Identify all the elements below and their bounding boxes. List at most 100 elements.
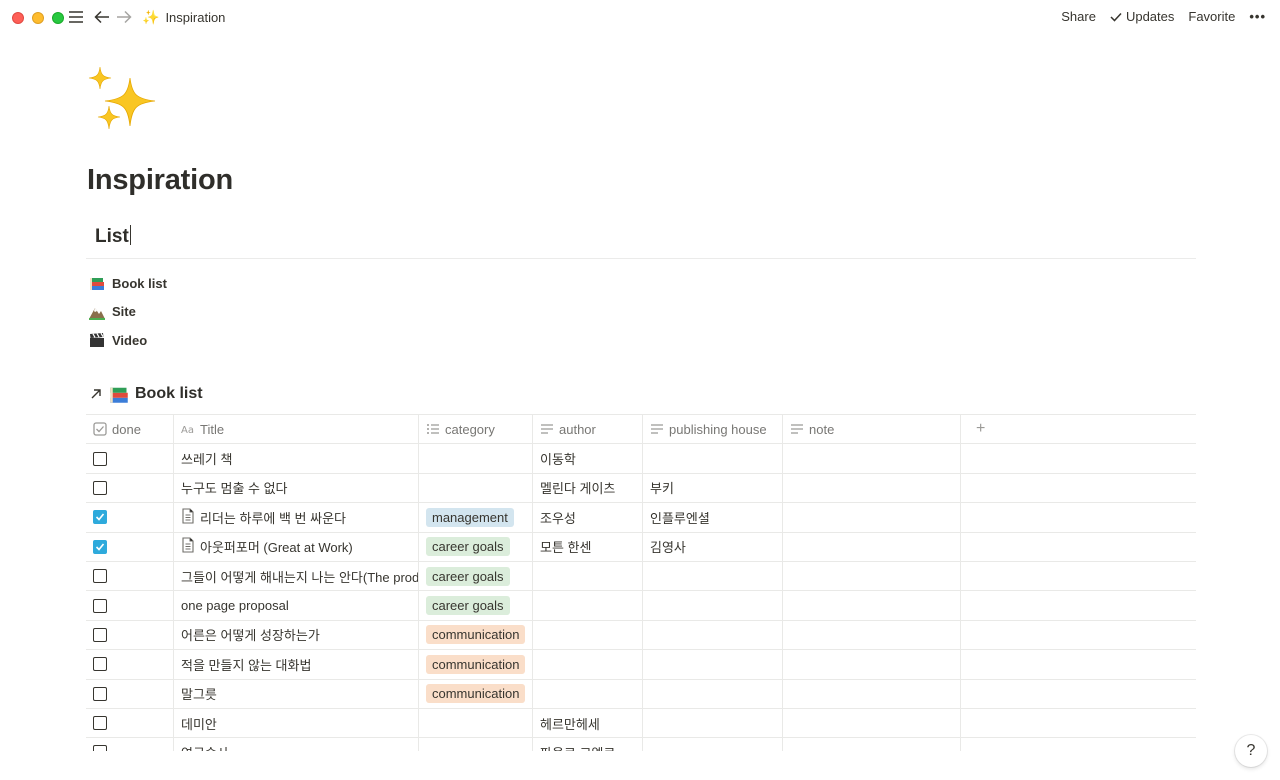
category-cell[interactable] [419, 738, 533, 751]
done-checkbox[interactable] [93, 716, 107, 731]
note-cell[interactable] [783, 620, 961, 650]
done-checkbox[interactable] [93, 598, 107, 613]
category-cell[interactable]: career goals [419, 561, 533, 591]
publishing-house-cell[interactable] [643, 620, 783, 650]
title-cell[interactable]: 쓰레기 책 [174, 444, 419, 473]
title-cell[interactable]: 어른은 어떻게 성장하는가 [174, 620, 419, 650]
column-header-publishing-house[interactable]: publishing house [643, 415, 783, 444]
done-checkbox[interactable] [93, 480, 107, 495]
zoom-window-button[interactable] [52, 12, 64, 24]
table-row[interactable]: 그들이 어떻게 해내는지 나는 안다(The produc career goal… [86, 561, 1196, 592]
note-cell[interactable] [783, 473, 961, 503]
note-cell[interactable] [783, 679, 961, 708]
done-cell[interactable] [86, 591, 174, 620]
category-cell[interactable] [419, 708, 533, 738]
page-sparkles-icon[interactable] [88, 66, 158, 136]
table-row[interactable]: 아웃퍼포머 (Great at Work) career goals 모튼 한센 김영… [86, 532, 1196, 562]
done-checkbox[interactable] [93, 510, 107, 525]
title-cell[interactable]: 리더는 하루에 백 번 싸운다 [174, 503, 419, 532]
note-cell[interactable] [783, 738, 961, 751]
done-cell[interactable] [86, 561, 174, 591]
category-cell[interactable] [419, 473, 533, 503]
more-options-button[interactable]: ••• [1249, 9, 1266, 24]
done-cell[interactable] [86, 650, 174, 679]
sidebar-toggle-icon[interactable] [66, 7, 86, 27]
author-cell[interactable] [533, 561, 643, 591]
author-cell[interactable]: 파울로 코엘료 [533, 738, 643, 751]
done-cell[interactable] [86, 473, 174, 503]
category-cell[interactable]: communication [419, 679, 533, 708]
note-cell[interactable] [783, 708, 961, 738]
table-row[interactable]: 쓰레기 책 이동학 [86, 444, 1196, 474]
publishing-house-cell[interactable] [643, 650, 783, 679]
note-cell[interactable] [783, 650, 961, 679]
done-cell[interactable] [86, 503, 174, 532]
publishing-house-cell[interactable]: 인플루엔셜 [643, 503, 783, 532]
note-cell[interactable] [783, 503, 961, 532]
publishing-house-cell[interactable] [643, 708, 783, 738]
author-cell[interactable] [533, 679, 643, 708]
column-header-note[interactable]: note [783, 415, 961, 444]
table-row[interactable]: 연금술사 파울로 코엘료 [86, 738, 1196, 751]
page-link-book-list[interactable]: Book list [88, 269, 167, 298]
share-button[interactable]: Share [1061, 9, 1096, 24]
done-checkbox[interactable] [93, 569, 107, 584]
column-header-done[interactable]: done [86, 415, 174, 444]
column-header-title[interactable]: Aa Title [174, 415, 419, 444]
title-cell[interactable]: 연금술사 [174, 738, 419, 751]
done-cell[interactable] [86, 620, 174, 650]
done-checkbox[interactable] [93, 539, 107, 554]
author-cell[interactable]: 조우성 [533, 503, 643, 532]
note-cell[interactable] [783, 532, 961, 561]
author-cell[interactable] [533, 620, 643, 650]
updates-button[interactable]: Updates [1110, 9, 1174, 24]
done-cell[interactable] [86, 679, 174, 708]
back-arrow-icon[interactable] [92, 7, 112, 27]
category-cell[interactable]: communication [419, 650, 533, 679]
page-link-site[interactable]: Site [88, 298, 167, 327]
category-cell[interactable]: career goals [419, 532, 533, 561]
title-cell[interactable]: 말그릇 [174, 679, 419, 708]
author-cell[interactable]: 헤르만헤세 [533, 708, 643, 738]
publishing-house-cell[interactable] [643, 591, 783, 620]
author-cell[interactable] [533, 650, 643, 679]
title-cell[interactable]: one page proposal [174, 591, 419, 620]
note-cell[interactable] [783, 591, 961, 620]
add-column-button[interactable]: + [961, 415, 1196, 443]
forward-arrow-icon[interactable] [114, 7, 134, 27]
table-row[interactable]: 데미안 헤르만헤세 [86, 708, 1196, 739]
publishing-house-cell[interactable] [643, 738, 783, 751]
table-row[interactable]: 어른은 어떻게 성장하는가 communication [86, 620, 1196, 651]
done-checkbox[interactable] [93, 657, 107, 672]
done-cell[interactable] [86, 738, 174, 751]
page-link-video[interactable]: Video [88, 326, 167, 355]
table-row[interactable]: 리더는 하루에 백 번 싸운다 management 조우성 인플루엔셜 [86, 503, 1196, 533]
table-row[interactable]: 말그릇 communication [86, 679, 1196, 709]
page-title[interactable]: Inspiration [87, 164, 233, 197]
title-cell[interactable]: 데미안 [174, 708, 419, 738]
publishing-house-cell[interactable]: 부키 [643, 473, 783, 503]
category-cell[interactable]: communication [419, 620, 533, 650]
author-cell[interactable] [533, 591, 643, 620]
done-cell[interactable] [86, 444, 174, 473]
publishing-house-cell[interactable]: 김영사 [643, 532, 783, 561]
done-cell[interactable] [86, 532, 174, 561]
breadcrumb[interactable]: ✨ Inspiration [142, 9, 225, 25]
author-cell[interactable]: 이동학 [533, 444, 643, 473]
table-row[interactable]: one page proposal career goals [86, 591, 1196, 621]
publishing-house-cell[interactable] [643, 561, 783, 591]
note-cell[interactable] [783, 444, 961, 473]
title-cell[interactable]: 아웃퍼포머 (Great at Work) [174, 532, 419, 561]
linked-database-title[interactable]: Book list [90, 384, 203, 404]
table-row[interactable]: 누구도 멈출 수 없다 멜린다 게이츠 부키 [86, 473, 1196, 504]
done-checkbox[interactable] [93, 627, 107, 642]
category-cell[interactable]: career goals [419, 591, 533, 620]
title-cell[interactable]: 그들이 어떻게 해내는지 나는 안다(The produc [174, 561, 419, 591]
column-header-author[interactable]: author [533, 415, 643, 444]
publishing-house-cell[interactable] [643, 444, 783, 473]
help-button[interactable]: ? [1235, 735, 1267, 767]
author-cell[interactable]: 모튼 한센 [533, 532, 643, 561]
list-heading[interactable]: List [95, 225, 131, 248]
category-cell[interactable]: management [419, 503, 533, 532]
table-row[interactable]: 적을 만들지 않는 대화법 communication [86, 650, 1196, 680]
